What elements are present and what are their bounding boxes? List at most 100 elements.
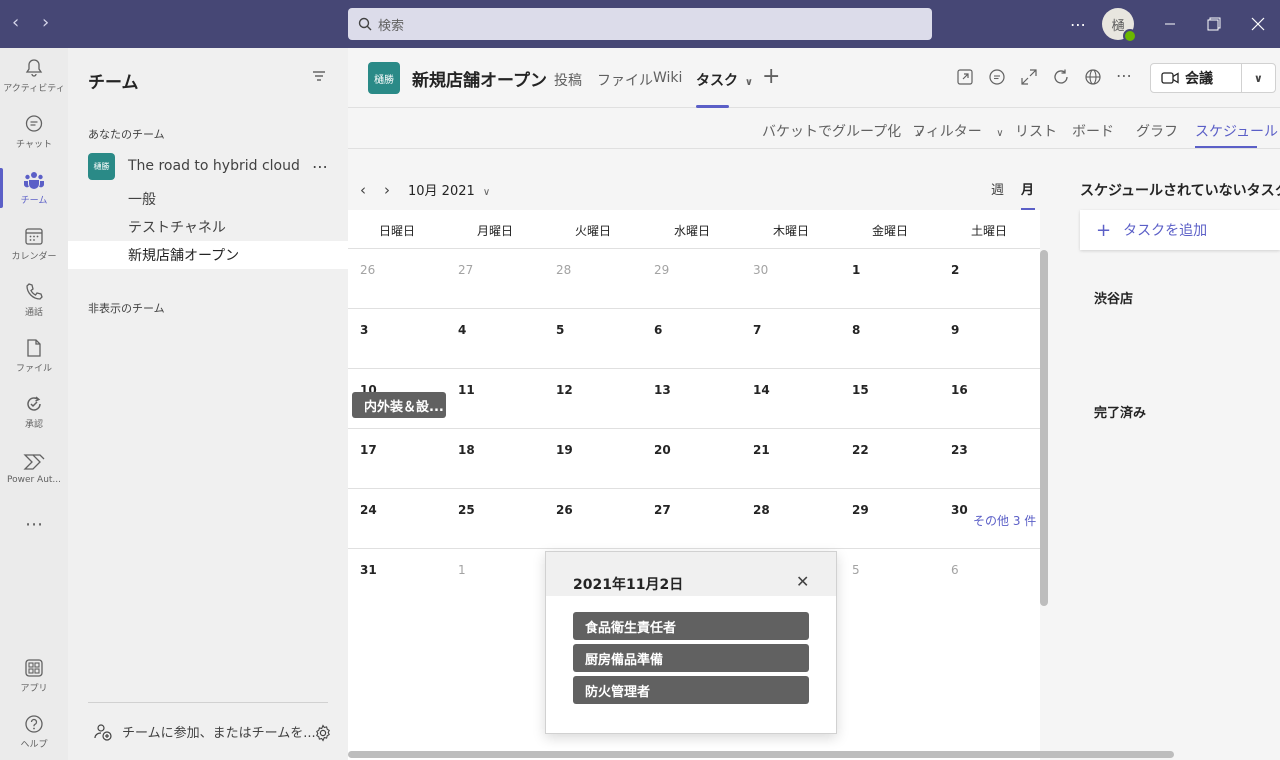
day-cell[interactable]: 19 — [556, 443, 573, 457]
day-cell[interactable]: 22 — [852, 443, 869, 457]
view-schedule-tab[interactable]: スケジュール — [1195, 121, 1278, 141]
group-by-button[interactable]: バケットでグループ化 ∨ — [762, 121, 923, 141]
more-apps-icon[interactable]: ⋯ — [0, 496, 68, 552]
meet-now-button[interactable]: 会議 — [1151, 64, 1242, 92]
day-cell[interactable]: 27 — [654, 503, 671, 517]
rail-item-help[interactable]: ヘルプ — [0, 704, 68, 760]
day-cell[interactable]: 2 — [951, 263, 959, 277]
tab-files[interactable]: ファイル — [597, 70, 653, 90]
day-cell[interactable]: 21 — [753, 443, 770, 457]
day-cell[interactable]: 6 — [951, 563, 959, 577]
filter-button[interactable]: フィルター ∨ — [912, 121, 1004, 141]
rail-item-power-automate[interactable]: Power Aut... — [0, 440, 68, 496]
rail-item-chat[interactable]: チャット — [0, 104, 68, 160]
minimize-button[interactable] — [1158, 0, 1182, 48]
maximize-button[interactable] — [1202, 0, 1226, 48]
refresh-icon[interactable] — [1052, 68, 1070, 86]
hidden-teams-label[interactable]: 非表示のチーム — [88, 300, 165, 316]
add-task-button[interactable]: + タスクを追加 — [1080, 210, 1280, 250]
day-cell[interactable]: 31 — [360, 563, 377, 577]
day-cell[interactable]: 26 — [360, 263, 375, 277]
tab-wiki[interactable]: Wiki — [653, 70, 682, 86]
close-button[interactable] — [1246, 0, 1270, 48]
day-cell[interactable]: 1 — [852, 263, 860, 277]
more-options-icon[interactable]: ⋯ — [1066, 0, 1090, 48]
rail-item-files[interactable]: ファイル — [0, 328, 68, 384]
day-cell[interactable]: 4 — [458, 323, 466, 337]
day-cell[interactable]: 27 — [458, 263, 473, 277]
conversation-icon[interactable] — [988, 68, 1006, 86]
day-cell[interactable]: 29 — [852, 503, 869, 517]
bucket-label[interactable]: 完了済み — [1094, 402, 1146, 421]
vertical-scrollbar[interactable] — [1040, 250, 1048, 606]
day-cell[interactable]: 30 — [753, 263, 768, 277]
next-month-icon[interactable]: › — [384, 181, 408, 199]
search-input[interactable]: 検索 — [348, 8, 932, 40]
back-arrow-icon[interactable]: ‹ — [12, 14, 19, 32]
day-cell[interactable]: 28 — [753, 503, 770, 517]
day-cell[interactable]: 11 — [458, 383, 475, 397]
meet-button[interactable]: 会議 ∨ — [1150, 63, 1276, 93]
day-cell[interactable]: 17 — [360, 443, 377, 457]
day-cell[interactable]: 16 — [951, 383, 968, 397]
day-cell[interactable]: 5 — [852, 563, 860, 577]
gear-icon[interactable] — [314, 724, 332, 742]
day-cell[interactable]: 14 — [753, 383, 770, 397]
month-view-toggle[interactable]: 月 — [1021, 179, 1034, 198]
day-cell[interactable]: 5 — [556, 323, 564, 337]
popup-task-item[interactable]: 防火管理者 — [573, 676, 809, 704]
view-board-tab[interactable]: ボード — [1072, 121, 1114, 141]
more-tasks-link[interactable]: その他 3 件 — [973, 512, 1036, 529]
tab-posts[interactable]: 投稿 — [554, 70, 582, 90]
day-cell[interactable]: 26 — [556, 503, 573, 517]
join-team-button[interactable]: チームに参加、またはチームを... — [94, 722, 316, 741]
day-cell[interactable]: 23 — [951, 443, 968, 457]
day-cell[interactable]: 6 — [654, 323, 662, 337]
rail-item-activity[interactable]: アクティビティ — [0, 48, 68, 104]
horizontal-scrollbar[interactable] — [348, 751, 1174, 758]
team-more-icon[interactable]: ⋯ — [312, 157, 328, 176]
day-cell[interactable]: 12 — [556, 383, 573, 397]
tab-tasks[interactable]: タスク ∨ — [696, 70, 753, 90]
rail-item-approvals[interactable]: 承認 — [0, 384, 68, 440]
month-picker[interactable]: 10月 2021 ∨ — [408, 180, 490, 199]
day-cell[interactable]: 9 — [951, 323, 959, 337]
view-list-tab[interactable]: リスト — [1015, 121, 1057, 141]
rail-item-calls[interactable]: 通話 — [0, 272, 68, 328]
task-chip[interactable]: 内外装＆設... — [352, 392, 446, 418]
avatar[interactable]: 樋 — [1102, 8, 1137, 43]
add-tab-icon[interactable]: + — [762, 64, 780, 89]
day-cell[interactable]: 18 — [458, 443, 475, 457]
team-item[interactable]: 樋勝 The road to hybrid cloud ⋯ — [68, 148, 348, 184]
rail-item-apps[interactable]: アプリ — [0, 648, 68, 704]
day-cell[interactable]: 28 — [556, 263, 571, 277]
day-cell[interactable]: 13 — [654, 383, 671, 397]
rail-item-calendar[interactable]: カレンダー — [0, 216, 68, 272]
close-icon[interactable]: ✕ — [796, 572, 809, 591]
popup-task-item[interactable]: 厨房備品準備 — [573, 644, 809, 672]
day-cell[interactable]: 3 — [360, 323, 368, 337]
day-cell[interactable]: 20 — [654, 443, 671, 457]
channel-item-general[interactable]: 一般 — [68, 185, 348, 213]
day-cell[interactable]: 29 — [654, 263, 669, 277]
day-cell[interactable]: 25 — [458, 503, 475, 517]
more-options-icon[interactable]: ⋯ — [1116, 66, 1132, 85]
expand-icon[interactable] — [1020, 68, 1038, 86]
rail-item-teams[interactable]: チーム — [0, 160, 68, 216]
day-cell[interactable]: 24 — [360, 503, 377, 517]
popup-task-item[interactable]: 食品衛生責任者 — [573, 612, 809, 640]
globe-icon[interactable] — [1084, 68, 1102, 86]
forward-arrow-icon[interactable]: › — [42, 14, 49, 32]
day-cell[interactable]: 30 — [951, 503, 968, 517]
popout-icon[interactable] — [956, 68, 974, 86]
day-cell[interactable]: 1 — [458, 563, 466, 577]
day-cell[interactable]: 8 — [852, 323, 860, 337]
view-charts-tab[interactable]: グラフ — [1136, 121, 1178, 141]
channel-item-test[interactable]: テストチャネル — [68, 213, 348, 241]
previous-month-icon[interactable]: ‹ — [360, 181, 384, 199]
filter-icon[interactable] — [312, 70, 326, 82]
week-view-toggle[interactable]: 週 — [991, 179, 1004, 198]
day-cell[interactable]: 15 — [852, 383, 869, 397]
day-cell[interactable]: 7 — [753, 323, 761, 337]
meet-dropdown-button[interactable]: ∨ — [1242, 72, 1275, 85]
